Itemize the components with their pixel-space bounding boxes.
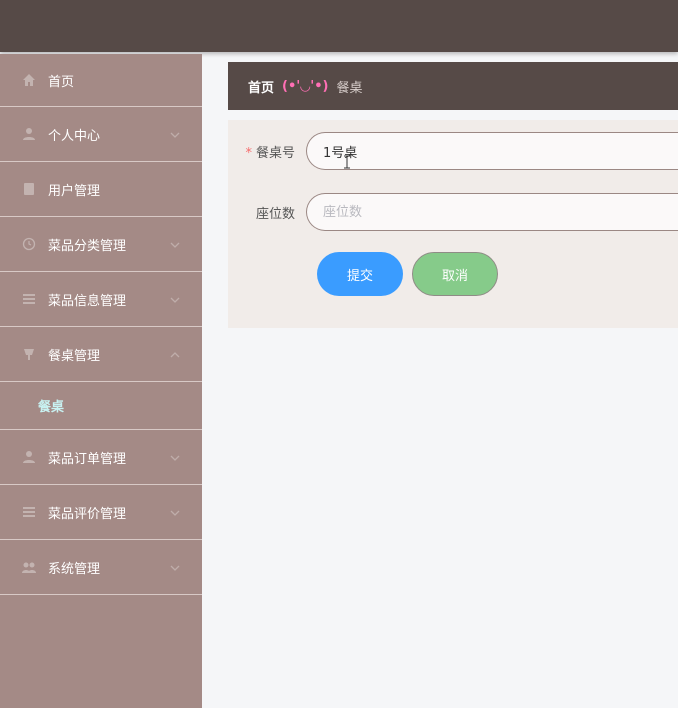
user-icon	[22, 127, 36, 141]
sidebar-item-label: 菜品分类管理	[48, 238, 127, 254]
sidebar-item-dish-info[interactable]: 菜品信息管理	[0, 272, 202, 327]
chevron-down-icon	[170, 239, 180, 249]
breadcrumb-separator: (•'◡'•)	[282, 78, 329, 94]
seats-row: 座位数	[228, 193, 678, 231]
table-form: *餐桌号 座位数 提交 取消	[228, 120, 678, 328]
chevron-down-icon	[170, 294, 180, 304]
sidebar-item-system-management[interactable]: 系统管理	[0, 540, 202, 595]
sidebar-item-label: 系统管理	[48, 561, 101, 577]
system-icon	[22, 560, 36, 574]
submit-button[interactable]: 提交	[317, 252, 403, 296]
seats-input[interactable]	[306, 193, 678, 231]
chevron-down-icon	[170, 452, 180, 462]
sidebar-item-label: 菜品评价管理	[48, 506, 127, 522]
table-number-input[interactable]	[306, 132, 678, 170]
breadcrumb-home-link[interactable]: 首页	[248, 77, 274, 96]
sidebar-subitem-table[interactable]: 餐桌	[0, 382, 202, 430]
sidebar-item-dish-category[interactable]: 菜品分类管理	[0, 217, 202, 272]
sidebar-item-home[interactable]: 首页	[0, 54, 202, 107]
home-icon	[22, 73, 36, 87]
table-icon	[22, 347, 36, 361]
text-cursor-icon	[343, 155, 351, 169]
order-icon	[22, 450, 36, 464]
sidebar-item-order-management[interactable]: 菜品订单管理	[0, 430, 202, 485]
sidebar-item-label: 首页	[48, 74, 75, 90]
sidebar-subitem-label: 餐桌	[38, 400, 65, 415]
cancel-button[interactable]: 取消	[412, 252, 498, 296]
seats-label: 座位数	[255, 206, 295, 222]
category-icon	[22, 237, 36, 251]
chevron-down-icon	[170, 507, 180, 517]
sidebar-item-label: 菜品信息管理	[48, 293, 127, 309]
users-icon	[22, 182, 36, 196]
sidebar-item-label: 个人中心	[48, 128, 101, 144]
chevron-down-icon	[170, 562, 180, 572]
sidebar-item-label: 用户管理	[48, 183, 101, 199]
sidebar-item-user-management[interactable]: 用户管理	[0, 162, 202, 217]
breadcrumb: 首页 (•'◡'•) 餐桌	[228, 62, 678, 110]
table-number-row: * 餐桌号	[228, 132, 678, 170]
chevron-up-icon	[170, 349, 180, 359]
sidebar-item-table-management[interactable]: 餐桌管理	[0, 327, 202, 382]
breadcrumb-current: 餐桌	[336, 80, 363, 96]
list-icon	[22, 292, 36, 306]
top-header-bar	[0, 0, 678, 52]
sidebar-menu: 首页 个人中心 用户管理 菜品分类管理 菜品信息管理 餐桌管理 餐桌 菜品订单管…	[0, 54, 202, 708]
table-number-label: * 餐桌号	[228, 142, 306, 161]
chevron-down-icon	[170, 129, 180, 139]
table-number-label-text: 餐桌号	[255, 145, 295, 161]
required-mark: *	[245, 145, 252, 161]
sidebar-item-review-management[interactable]: 菜品评价管理	[0, 485, 202, 540]
sidebar-item-personal-center[interactable]: 个人中心	[0, 107, 202, 162]
sidebar-item-label: 菜品订单管理	[48, 451, 127, 467]
sidebar-item-label: 餐桌管理	[48, 348, 101, 364]
review-icon	[22, 505, 36, 519]
